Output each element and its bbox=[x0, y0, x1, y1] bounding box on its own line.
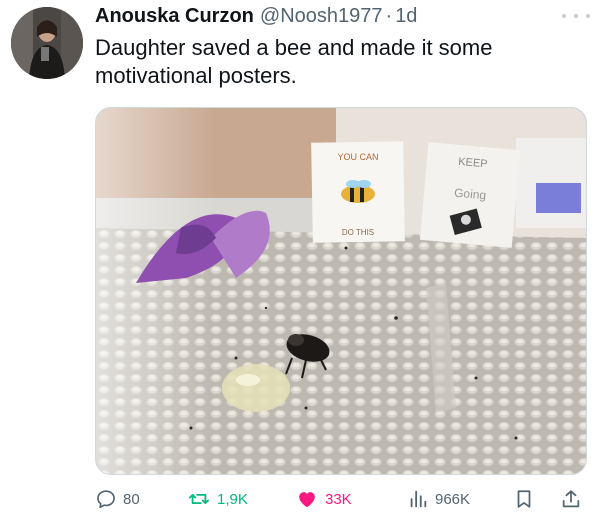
display-name[interactable]: Anouska Curzon bbox=[95, 5, 254, 28]
share-icon bbox=[560, 488, 582, 510]
retweet-icon bbox=[187, 488, 211, 510]
reply-button[interactable]: 80 bbox=[95, 484, 140, 514]
heart-icon bbox=[295, 488, 319, 510]
analytics-icon bbox=[407, 488, 429, 510]
retweet-button[interactable]: 1,9K bbox=[187, 484, 248, 514]
tweet-photo[interactable]: YOU CAN DO THIS KEEP Going bbox=[95, 107, 587, 475]
poster-right-bottom: Going bbox=[454, 186, 487, 203]
view-count: 966K bbox=[435, 490, 471, 508]
bookmark-button[interactable] bbox=[513, 484, 535, 514]
views-button[interactable]: 966K bbox=[407, 484, 470, 514]
retweet-count: 1,9K bbox=[217, 490, 248, 508]
action-bar: 80 1,9K 33K 966K bbox=[95, 484, 590, 514]
poster-left-bottom: DO THIS bbox=[342, 228, 374, 237]
tweet-text: Daughter saved a bee and made it some mo… bbox=[95, 35, 493, 88]
poster-left-top: YOU CAN bbox=[337, 152, 378, 162]
timestamp[interactable]: 1d bbox=[395, 5, 417, 28]
poster-right-top: KEEP bbox=[458, 156, 488, 171]
tweet-header: Anouska Curzon @Noosh1977 · 1d bbox=[95, 5, 417, 31]
bookmark-icon bbox=[513, 488, 535, 510]
separator: · bbox=[385, 5, 393, 27]
share-button[interactable] bbox=[560, 484, 582, 514]
handle[interactable]: @Noosh1977 bbox=[260, 5, 383, 28]
like-button[interactable]: 33K bbox=[295, 484, 352, 514]
tweet-card: Anouska Curzon @Noosh1977 · 1d Daughter … bbox=[0, 0, 600, 525]
reply-icon bbox=[95, 488, 117, 510]
avatar[interactable] bbox=[11, 7, 83, 79]
reply-count: 80 bbox=[123, 490, 140, 508]
more-options-icon[interactable] bbox=[562, 8, 590, 24]
like-count: 33K bbox=[325, 490, 352, 508]
